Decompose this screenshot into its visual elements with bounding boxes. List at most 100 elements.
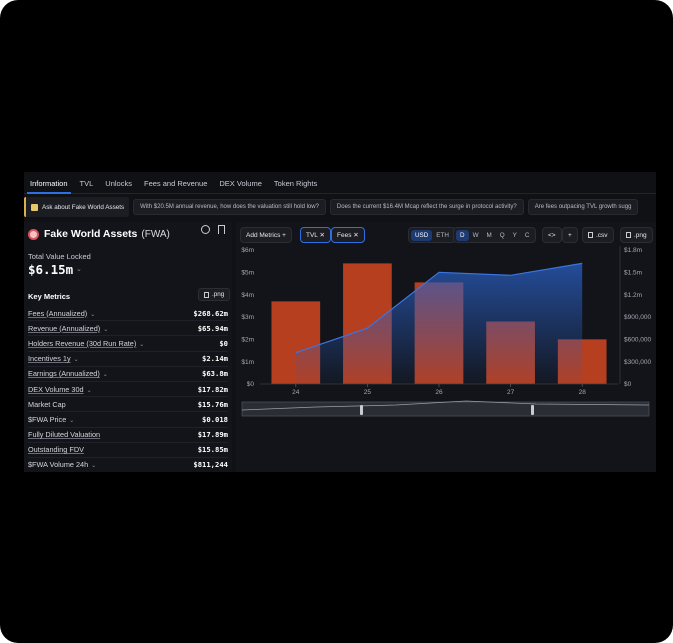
key-metric-label: $FWA Price — [28, 414, 67, 424]
png-download-button[interactable]: .png — [620, 227, 653, 243]
key-metric-label-group: Revenue (Annualized) ⌄ — [28, 324, 108, 333]
key-metrics-title: Key Metrics — [28, 292, 71, 301]
protocol-dashboard: Information TVL Unlocks Fees and Revenue… — [24, 172, 656, 472]
period-q[interactable]: Q — [496, 230, 509, 241]
currency-usd[interactable]: USD — [411, 229, 433, 241]
brush-handle-right[interactable] — [531, 405, 534, 415]
key-metric-label-group: DEX Volume 30d ⌄ — [28, 385, 92, 394]
period-c[interactable]: C — [521, 230, 534, 241]
period-d[interactable]: D — [456, 229, 469, 241]
tab-unlocks[interactable]: Unlocks — [99, 172, 138, 194]
tvl-metric-chip[interactable]: TVL ✕ — [300, 227, 331, 243]
suggested-question[interactable]: With $20.5M annual revenue, how does the… — [133, 199, 326, 215]
key-metric-label[interactable]: Fully Diluted Valuation — [28, 430, 100, 439]
chevron-down-icon[interactable]: ⌄ — [103, 327, 108, 333]
chart-panel: Add Metrics + TVL ✕ Fees ✕ USD ETH D W M… — [236, 222, 656, 472]
chevron-down-icon[interactable]: ⌄ — [74, 357, 79, 363]
period-w[interactable]: W — [469, 230, 483, 241]
currency-eth[interactable]: ETH — [432, 230, 453, 241]
key-metrics-png-button[interactable]: .png — [198, 288, 231, 301]
suggested-question[interactable]: Does the current $16.4M Mcap reflect the… — [329, 199, 524, 215]
period-y[interactable]: Y — [509, 230, 521, 241]
code-icon[interactable]: <> — [542, 227, 562, 243]
protocol-logo — [28, 228, 39, 240]
ask-bar: Ask about Fake World Assets With $20.5M … — [24, 196, 656, 218]
key-metric-label-group: Incentives 1y ⌄ — [28, 354, 79, 363]
tab-token-rights[interactable]: Token Rights — [268, 172, 323, 194]
key-metric-label-group: Holders Revenue (30d Run Rate) ⌄ — [28, 339, 144, 348]
tvl-value: $6.15m — [28, 262, 74, 277]
ask-button[interactable]: Ask about Fake World Assets — [24, 197, 130, 217]
left-axis-tick-label: $4m — [241, 292, 254, 299]
key-metric-row: Earnings (Annualized) ⌄ $63.8m — [28, 367, 228, 382]
key-metric-row: $FWA Volume 24h ⌄ $811,244 — [28, 458, 228, 472]
tab-dex-volume[interactable]: DEX Volume — [213, 172, 268, 194]
image-file-icon — [626, 232, 631, 238]
key-metric-label-group: Outstanding FDV — [28, 445, 84, 454]
key-metric-row: Revenue (Annualized) ⌄ $65.94m — [28, 321, 228, 337]
chevron-down-icon[interactable]: ⌄ — [103, 372, 108, 378]
period-toggle: D W M Q Y C — [453, 227, 537, 243]
range-brush[interactable] — [241, 401, 650, 417]
key-metric-value: $811,244 — [193, 460, 228, 470]
key-metric-label-group: Market Cap — [28, 400, 66, 409]
key-metric-row: Incentives 1y ⌄ $2.14m — [28, 352, 228, 367]
left-axis-tick-label: $1m — [241, 359, 254, 366]
key-metric-value: $2.14m — [202, 354, 228, 364]
key-metric-label-group: Fees (Annualized) ⌄ — [28, 309, 95, 318]
chevron-down-icon[interactable]: ⌄ — [90, 312, 95, 318]
key-metric-value: $17.82m — [197, 384, 228, 394]
key-metric-label-group: $FWA Price ⌄ — [28, 415, 74, 424]
key-metric-row: Fully Diluted Valuation $17.89m — [28, 428, 228, 443]
info-panel: Fake World Assets (FWA) Total Value Lock… — [24, 222, 232, 472]
chevron-down-icon[interactable]: ⌄ — [87, 388, 92, 394]
right-axis-tick-label: $0 — [624, 381, 632, 388]
globe-icon[interactable] — [201, 225, 210, 234]
key-metric-label[interactable]: Outstanding FDV — [28, 445, 84, 454]
chevron-down-icon[interactable]: ⌄ — [139, 342, 144, 348]
key-metric-label[interactable]: Revenue (Annualized) — [28, 324, 100, 333]
x-axis-tick-label: 24 — [292, 389, 300, 396]
brush-handle-left[interactable] — [360, 405, 363, 415]
key-metric-row: Outstanding FDV $15.85m — [28, 443, 228, 458]
x-axis-tick-label: 26 — [435, 389, 443, 396]
key-metric-label[interactable]: Incentives 1y — [28, 354, 71, 363]
key-metric-label: $FWA Volume 24h — [28, 460, 89, 470]
key-metric-label[interactable]: Fees (Annualized) — [28, 309, 87, 318]
tab-information[interactable]: Information — [24, 172, 74, 194]
sparkle-icon — [31, 203, 38, 211]
chevron-down-icon[interactable]: ⌄ — [69, 418, 74, 424]
fees-tvl-chart: $0 $1m $2m $3m $4m $5m $6m $0 $300,000 $600,000 $… — [241, 246, 651, 417]
key-metric-label[interactable]: Earnings (Annualized) — [28, 369, 100, 378]
key-metric-label-group: Earnings (Annualized) ⌄ — [28, 369, 108, 378]
key-metric-value: $15.85m — [197, 445, 228, 455]
protocol-symbol: (FWA) — [141, 228, 170, 240]
key-metric-label[interactable]: DEX Volume 30d — [28, 385, 84, 394]
key-metric-row: Fees (Annualized) ⌄ $268.62m — [28, 306, 228, 322]
suggested-question[interactable]: Are fees outpacing TVL growth sugg — [527, 199, 639, 215]
screenshot-frame: Information TVL Unlocks Fees and Revenue… — [0, 0, 673, 643]
right-axis-tick-label: $600,000 — [624, 337, 651, 344]
period-m[interactable]: M — [483, 230, 496, 241]
left-axis-tick-label: $5m — [241, 270, 254, 277]
key-metric-label-group: $FWA Volume 24h ⌄ — [28, 460, 96, 469]
x-axis-tick-label: 28 — [579, 389, 587, 396]
tab-fees-and-revenue[interactable]: Fees and Revenue — [138, 172, 213, 194]
chevron-down-icon[interactable]: ⌄ — [76, 265, 82, 273]
right-axis-tick-label: $900,000 — [624, 314, 651, 321]
x-axis-tick-label: 27 — [507, 389, 515, 396]
key-metric-row: $FWA Price ⌄ $0.018 — [28, 412, 228, 428]
file-icon — [588, 232, 593, 238]
left-axis-tick-label: $2m — [241, 337, 254, 344]
key-metric-label[interactable]: Holders Revenue (30d Run Rate) — [28, 339, 136, 348]
fees-metric-chip[interactable]: Fees ✕ — [331, 227, 365, 243]
plus-icon[interactable]: + — [562, 227, 578, 243]
chevron-down-icon[interactable]: ⌄ — [91, 463, 96, 469]
csv-download-button[interactable]: .csv — [582, 227, 614, 243]
right-axis-tick-label: $300,000 — [624, 359, 651, 366]
key-metric-value: $15.76m — [197, 399, 228, 409]
tab-tvl[interactable]: TVL — [74, 172, 100, 194]
tvl-area — [295, 263, 583, 384]
bookmark-icon[interactable] — [218, 225, 225, 234]
add-metrics-button[interactable]: Add Metrics + — [240, 227, 292, 243]
